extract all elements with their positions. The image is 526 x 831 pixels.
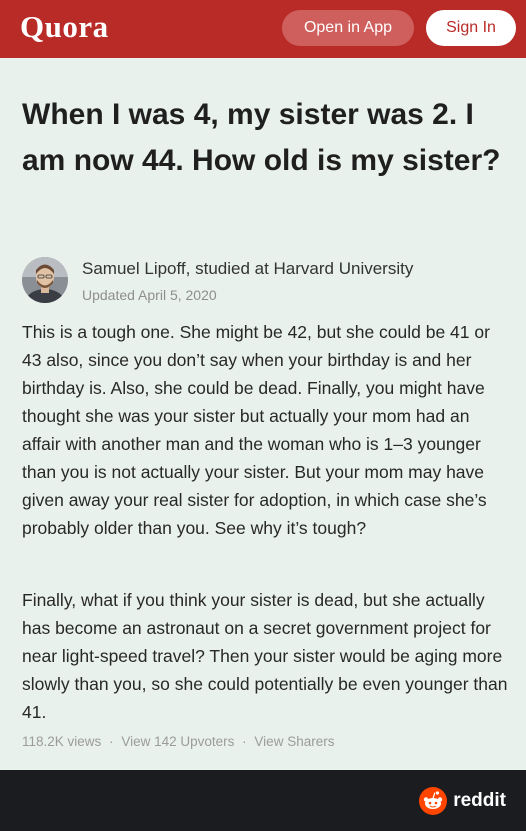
stats-separator: · (109, 734, 114, 749)
open-in-app-button[interactable]: Open in App (282, 10, 414, 46)
answer-date[interactable]: Updated April 5, 2020 (82, 287, 217, 303)
author-photo (22, 257, 68, 303)
view-sharers-link[interactable]: View Sharers (254, 734, 334, 749)
top-bar: Quora Open in App Sign In (0, 0, 526, 58)
reddit-watermark: reddit (419, 786, 506, 816)
author-avatar[interactable] (22, 257, 68, 303)
author-name[interactable]: Samuel Lipoff, studied at Harvard Univer… (82, 259, 413, 279)
reddit-label: reddit (453, 790, 506, 811)
views-count: 118.2K views (22, 734, 102, 749)
view-upvoters-link[interactable]: View 142 Upvoters (121, 734, 234, 749)
reddit-alien-icon (419, 787, 448, 815)
stats-separator: · (242, 734, 247, 749)
quora-logo[interactable]: Quora (20, 9, 109, 45)
answer-paragraph-1: This is a tough one. She might be 42, bu… (22, 322, 490, 538)
question-title[interactable]: When I was 4, my sister was 2. I am now … (22, 92, 512, 184)
answer-stats: 118.2K views · View 142 Upvoters · View … (22, 734, 334, 749)
footer-bar: reddit (0, 770, 526, 831)
sign-in-button[interactable]: Sign In (426, 10, 516, 46)
answer-paragraph-2: Finally, what if you think your sister i… (22, 590, 508, 722)
